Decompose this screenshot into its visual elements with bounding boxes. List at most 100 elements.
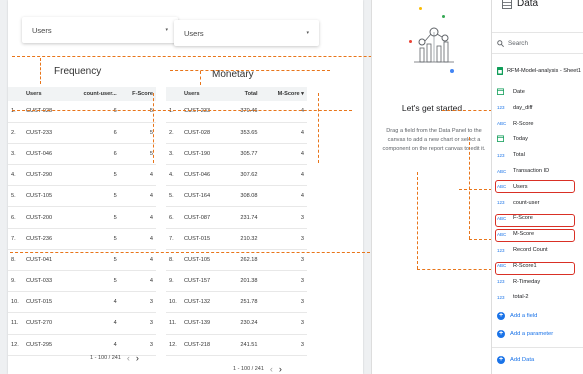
field-item[interactable]: 123 Record Count [497,245,582,255]
frequency-table[interactable]: Users count-user... F-Score 1. CUST-028 6 5… [8,87,156,356]
table-row[interactable]: 3. CUST-190 305.77 4 [166,143,307,166]
table-row[interactable]: 10. CUST-132 251.78 3 [166,291,307,314]
table-row[interactable]: 6. CUST-087 231.74 3 [166,206,307,229]
column-header[interactable]: count-user... [66,87,120,101]
value-cell: 6 [66,143,120,166]
field-item[interactable]: ABC Transaction ID [497,166,582,176]
guide-line [40,58,41,84]
decor-dot [450,69,454,73]
field-label: total-2 [513,294,529,301]
guide-line [318,93,319,163]
previous-page-button[interactable]: ‹ [127,353,130,363]
table-row[interactable]: 1. CUST-233 370.46 4 [166,101,307,123]
score-cell: 4 [119,206,156,229]
value-cell: 6 [66,101,120,123]
table-row[interactable]: 4. CUST-290 5 4 [8,164,156,187]
column-header[interactable]: F-Score [119,87,156,101]
table-row[interactable]: 10. CUST-015 4 3 [8,291,156,314]
number-type-icon: 123 [497,294,505,300]
previous-page-button[interactable]: ‹ [270,364,273,374]
guide-line [417,269,492,270]
table-row[interactable]: 9. CUST-033 5 4 [8,270,156,293]
column-header[interactable]: Users [22,87,67,101]
table-row[interactable]: 12. CUST-218 241.51 3 [166,334,307,356]
guide-line [442,110,492,111]
data-panel-header: Data [502,0,538,9]
search-field[interactable]: Search [492,32,583,54]
table-row[interactable]: 5. CUST-164 308.08 4 [166,185,307,208]
value-cell: 241.51 [227,334,261,356]
field-item[interactable]: ABC R-Score [497,119,582,129]
row-number: 9. [166,270,180,293]
data-source-name: RFM-Model-analysis - Sheet1 [507,68,581,74]
table-row[interactable]: 7. CUST-015 210.32 3 [166,228,307,250]
field-item[interactable]: 123 count-user [497,198,582,208]
table-row[interactable]: 2. CUST-028 353.65 4 [166,122,307,144]
table-row[interactable]: 4. CUST-046 307.62 4 [166,164,307,187]
score-cell: 4 [260,185,307,208]
empty-state-title: Let's get started [401,103,463,113]
next-page-button[interactable]: › [136,353,139,363]
user-cell: CUST-290 [22,164,67,187]
value-cell: 5 [66,185,120,208]
control-label: Users [184,28,204,38]
table-row[interactable]: 5. CUST-105 5 4 [8,185,156,208]
table-row[interactable]: 11. CUST-139 230.24 3 [166,312,307,335]
field-item[interactable]: Today [497,134,582,144]
table-row[interactable]: 7. CUST-236 5 4 [8,228,156,250]
dropdown-arrow-icon: ▾ [306,30,309,36]
report-page[interactable]: Users ▾ Users ▾ Frequency Monetary Users… [8,0,442,374]
data-source[interactable]: RFM-Model-analysis - Sheet1 [497,67,581,75]
column-header[interactable]: M-Score ▾ [260,87,307,101]
add-field-button[interactable]: + Add a field [497,312,537,320]
table-row[interactable]: 11. CUST-270 4 3 [8,312,156,335]
field-label: Today [513,136,528,143]
value-cell: 308.08 [227,185,261,208]
user-cell: CUST-164 [180,185,228,208]
field-label: Total [513,152,525,159]
data-panel: Data Search RFM-Model-analysis - Sheet1 … [491,0,583,374]
add-parameter-button[interactable]: + Add a parameter [497,330,553,338]
user-cell: CUST-236 [22,228,67,250]
table-row[interactable]: 1. CUST-028 6 5 [8,101,156,123]
table-row[interactable]: 6. CUST-200 5 4 [8,206,156,229]
table-row[interactable]: 3. CUST-046 6 5 [8,143,156,166]
field-label: R-Timeday [513,278,541,285]
row-number: 7. [166,228,180,250]
user-cell: CUST-046 [180,164,228,187]
user-cell: CUST-295 [22,334,67,356]
row-number: 6. [8,206,22,229]
row-number: 11. [8,312,22,335]
score-cell: 3 [260,228,307,250]
plus-icon: + [497,330,505,338]
table-row[interactable]: 9. CUST-157 201.38 3 [166,270,307,293]
field-item[interactable]: 123 Total [497,150,582,160]
decor-dot [442,15,445,18]
number-type-icon: 123 [497,152,505,158]
row-number: 7. [8,228,22,250]
monetary-table[interactable]: Users Total M-Score ▾ 1. CUST-233 370.46 4 2… [166,87,307,356]
chart-illustration-icon [414,27,454,63]
column-header[interactable]: Users [180,87,228,101]
score-cell: 4 [260,101,307,123]
next-page-button[interactable]: › [279,364,282,374]
value-cell: 4 [66,312,120,335]
field-item[interactable]: 123 R-Timeday [497,277,582,287]
add-data-button[interactable]: + Add Data [497,356,534,364]
field-item[interactable]: 123 day_diff [497,103,582,113]
field-label: Transaction ID [513,168,550,174]
users-dropdown-control[interactable]: Users ▾ [22,17,178,43]
table-header-row: Users Total M-Score ▾ [166,87,307,101]
row-number: 6. [166,206,180,229]
row-number: 5. [8,185,22,208]
user-cell: CUST-270 [22,312,67,335]
row-number: 5. [166,185,180,208]
search-icon [497,39,504,47]
guide-line [200,71,201,85]
users-dropdown-control[interactable]: Users ▾ [174,20,319,46]
field-item[interactable]: 123 total-2 [497,292,582,302]
table-row[interactable]: 2. CUST-233 6 5 [8,122,156,144]
monetary-pagination: 1 - 100 / 241 ‹ › [233,364,282,374]
column-header[interactable]: Total [227,87,261,101]
field-item[interactable]: Date [497,87,582,97]
